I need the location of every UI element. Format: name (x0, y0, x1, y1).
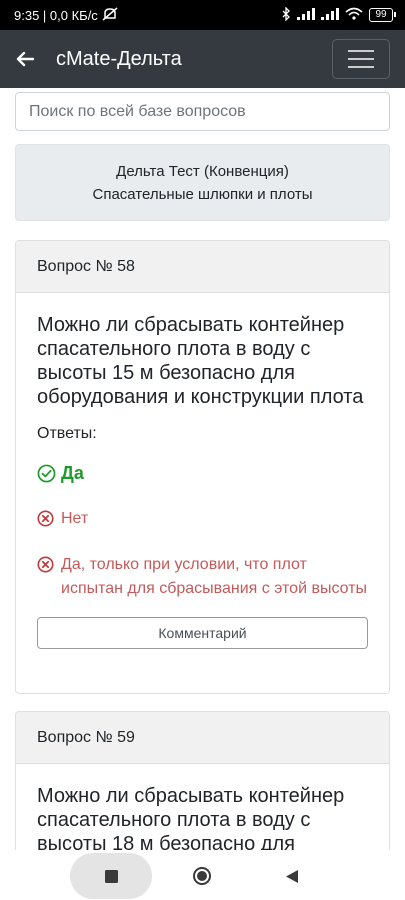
x-circle-icon (37, 556, 57, 581)
muted-icon (102, 6, 118, 24)
status-bar: 9:35 | 0,0 КБ/с 99 (0, 0, 405, 30)
topic-banner: Дельта Тест (Конвенция) Спасательные шлю… (15, 144, 390, 221)
question-card: Вопрос № 58 Можно ли сбрасывать контейне… (15, 240, 390, 694)
answer-item: Нет (37, 507, 368, 535)
square-icon (104, 869, 118, 883)
status-time: 9:35 | 0,0 КБ/с (14, 7, 98, 23)
search-input[interactable] (15, 92, 390, 131)
hamburger-menu-icon[interactable] (332, 39, 390, 79)
question-header: Вопрос № 59 (16, 712, 389, 764)
answers-label: Ответы: (37, 425, 97, 442)
check-circle-icon (37, 464, 57, 489)
question-header: Вопрос № 58 (16, 241, 389, 293)
answer-item: Да (37, 461, 368, 489)
arrow-left-icon[interactable] (0, 30, 50, 88)
question-text: Можно ли сбрасывать контейнер спасательн… (37, 314, 364, 408)
app-title: cMate-Дельта (56, 47, 182, 70)
question-card: Вопрос № 59 Можно ли сбрасывать контейне… (15, 711, 390, 850)
signal-icon (297, 7, 315, 23)
system-nav-bar (0, 850, 405, 900)
answer-text: Нет (61, 510, 89, 527)
answer-item: Да, только при условии, что плот испытан… (37, 553, 368, 601)
x-circle-icon (37, 510, 57, 535)
answer-text: Да, только при условии, что плот испытан… (61, 556, 368, 597)
battery-icon: 99 (369, 8, 396, 22)
topic-title: Дельта Тест (Конвенция) (116, 162, 289, 180)
signal-icon (321, 7, 339, 23)
main-content: Дельта Тест (Конвенция) Спасательные шлю… (0, 88, 405, 850)
bluetooth-icon (281, 5, 291, 24)
answer-text: Да (61, 463, 84, 483)
question-text: Можно ли сбрасывать контейнер спасательн… (37, 785, 345, 850)
back-triangle-icon[interactable] (284, 868, 300, 884)
topic-subtitle: Спасательные шлюпки и плоты (92, 185, 313, 203)
comment-button[interactable]: Комментарий (37, 617, 368, 649)
wifi-icon (345, 7, 363, 23)
home-circle-icon[interactable] (192, 866, 212, 886)
app-bar: cMate-Дельта (0, 30, 405, 88)
